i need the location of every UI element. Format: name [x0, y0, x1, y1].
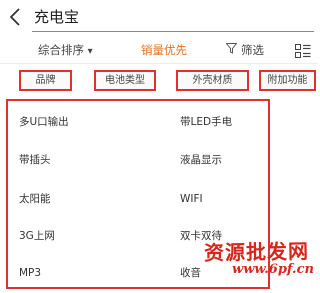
grid-list-toggle-icon[interactable] [295, 43, 311, 58]
filter-label: 筛选 [241, 43, 264, 57]
option-3g[interactable]: 3G上网 [19, 229, 55, 243]
chevron-down-icon: ▾ [87, 46, 93, 57]
search-header: 充电宝 [0, 0, 318, 36]
funnel-icon [225, 41, 238, 59]
tag-brand[interactable]: 品牌 [19, 70, 72, 91]
watermark-url: www.6pf.cn [232, 262, 314, 277]
option-lcd-display[interactable]: 液晶显示 [180, 153, 222, 167]
search-underline [32, 31, 314, 32]
sort-comprehensive-button[interactable]: 综合排序 ▾ [38, 41, 93, 61]
option-led-flashlight[interactable]: 带LED手电 [180, 115, 232, 129]
option-solar[interactable]: 太阳能 [19, 192, 51, 206]
option-wifi[interactable]: WIFI [180, 192, 203, 206]
filter-button[interactable]: 筛选 [225, 41, 264, 59]
option-with-plug[interactable]: 带插头 [19, 153, 51, 167]
option-multi-usb[interactable]: 多U口输出 [19, 115, 69, 129]
tag-battery-type[interactable]: 电池类型 [94, 70, 156, 91]
tag-shell-material[interactable]: 外壳材质 [176, 70, 249, 91]
option-radio[interactable]: 收音 [180, 266, 201, 280]
search-input[interactable]: 充电宝 [34, 7, 79, 27]
sort-bar: 综合排序 ▾ 销量优先 筛选 [0, 37, 318, 64]
option-mp3[interactable]: MP3 [19, 266, 41, 280]
filter-tag-row: 品牌 电池类型 外壳材质 附加功能 [0, 66, 318, 94]
back-arrow-icon[interactable] [6, 6, 24, 28]
sort-sales-button[interactable]: 销量优先 [141, 41, 187, 59]
sort-comprehensive-label: 综合排序 [38, 43, 84, 57]
tag-extra-features[interactable]: 附加功能 [259, 70, 316, 91]
